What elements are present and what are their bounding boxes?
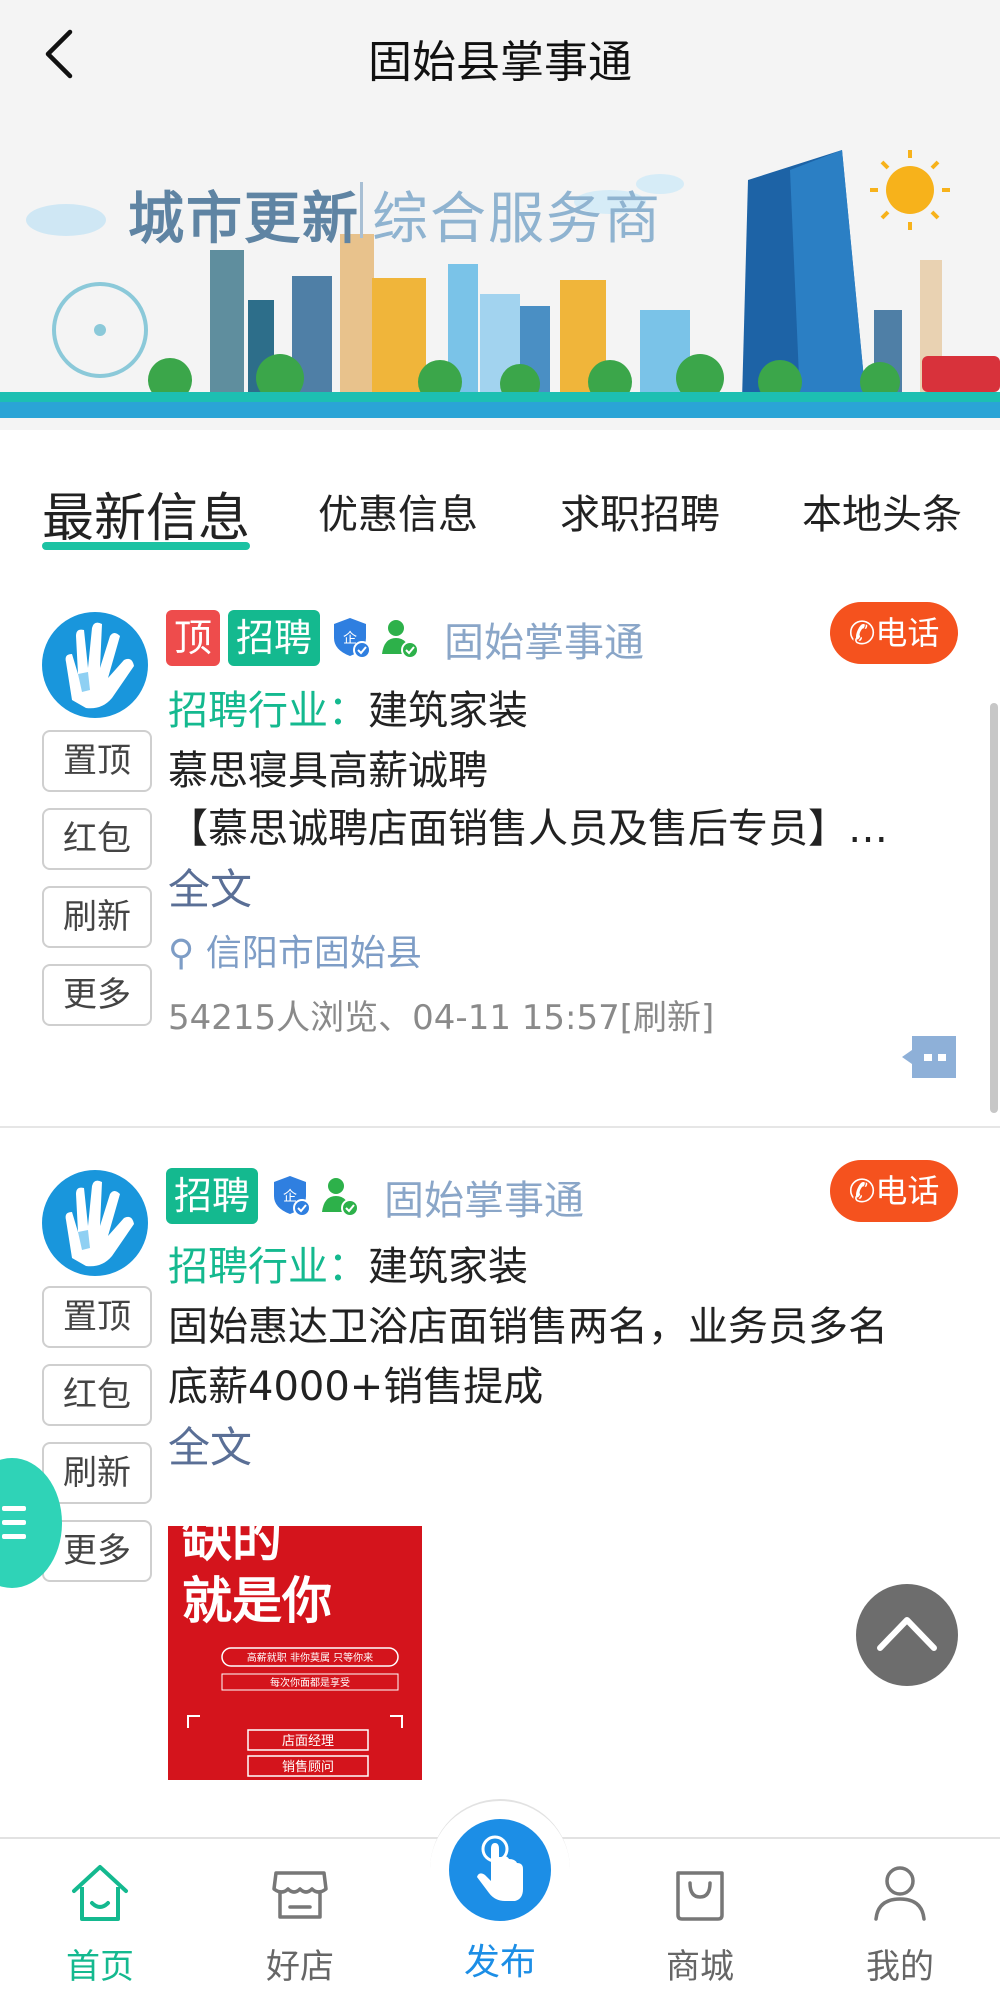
recruitment-poster-image: 缺的 就是你 高薪就职 非你莫属 只等你来 每次你面都是享受 店面经理 销售顾问 [168,1526,422,1780]
call-button[interactable]: ✆电话 [830,1160,958,1222]
post-card[interactable]: 置顶 红包 刷新 更多 顶 招聘 企 固始掌事通 ✆电话 招聘行业：建筑家装 慕… [0,570,1000,1126]
publish-button[interactable] [449,1819,551,1921]
nav-label-publish[interactable]: 发布 [400,1933,600,1985]
tab-discounts[interactable]: 优惠信息 [318,482,478,540]
nav-mall[interactable]: 商城 [600,1839,800,1997]
industry-line: 招聘行业：建筑家装 [168,678,528,736]
nav-label-mall: 商城 [666,1947,734,1987]
top-bar: 固始县掌事通 [0,0,1000,110]
nav-label-stores: 好店 [266,1947,334,1987]
more-button[interactable]: 更多 [42,964,152,1026]
poster-slogan: 高薪就职 非你莫属 只等你来 [247,1651,373,1664]
industry-key: 招聘行业： [168,688,368,734]
enterprise-verified-icon: 企 [274,1176,311,1217]
publisher-name[interactable]: 固始掌事通 [384,1168,584,1226]
tab-jobs[interactable]: 求职招聘 [560,482,720,540]
post-text-line: 固始惠达卫浴店面销售两名，业务员多名 [168,1304,888,1350]
pin-top-button[interactable]: 置顶 [42,1286,152,1348]
scroll-to-top-button[interactable] [856,1584,958,1686]
post-text-line: 【慕思诚聘店面销售人员及售后专员】… [168,806,888,852]
banner-divider [360,182,363,238]
bottom-nav: 首页 好店 发布 商城 我的 [0,1799,1000,1997]
active-tab-indicator [42,542,250,550]
refresh-button[interactable]: 刷新 [42,886,152,948]
industry-value: 建筑家装 [368,688,528,734]
banner-subtitle: 综合服务商 [372,187,662,252]
hand-logo-icon [65,1180,134,1267]
enterprise-verified-icon: 企 [334,618,371,659]
post-image[interactable]: 缺的 就是你 高薪就职 非你莫属 只等你来 每次你面都是享受 店面经理 销售顾问 [168,1526,422,1780]
hand-logo-icon [65,622,134,709]
recruit-badge: 招聘 [228,610,321,666]
recruit-badge: 招聘 [166,1168,259,1224]
nav-home[interactable]: 首页 [0,1839,200,1997]
store-icon [272,1871,328,1919]
location-text: 信阳市固始县 [205,933,422,974]
nav-profile[interactable]: 我的 [800,1839,1000,1997]
personal-verified-icon [382,620,419,659]
home-icon [72,1865,128,1921]
user-icon [874,1866,926,1921]
post-meta: 54215人浏览、04-11 15:57[刷新] [168,998,715,1038]
post-text-line: 慕思寝具高薪诚聘 [168,748,488,794]
top-badge: 顶 [166,610,221,666]
chevron-up-icon [877,1617,937,1651]
poster-position-2: 销售顾问 [282,1759,334,1775]
banner[interactable]: 城市更新 综合服务商 [0,110,1000,430]
menu-icon [2,1506,26,1539]
post-text-line: 底薪4000+销售提成 [168,1364,544,1410]
banner-title: 城市更新 [128,187,360,252]
map-pin-icon: ⚲ [168,933,195,974]
red-packet-button[interactable]: 红包 [42,1364,152,1426]
svg-text:企: 企 [283,1188,297,1205]
city-skyline-illustration [0,150,1000,418]
nav-stores[interactable]: 好店 [200,1839,400,1997]
comment-icon[interactable] [902,1034,958,1080]
call-button-label: 电话 [875,1172,940,1210]
page-title: 固始县掌事通 [368,37,632,88]
tab-latest[interactable]: 最新信息 [42,476,250,551]
phone-icon: ✆ [848,1172,876,1210]
personal-verified-icon [322,1178,359,1217]
industry-line: 招聘行业：建筑家装 [168,1234,528,1292]
poster-headline-2: 就是你 [182,1571,332,1630]
tab-local-news[interactable]: 本地头条 [802,482,962,540]
full-text-link[interactable]: 全文 [168,856,252,917]
poster-position-1: 店面经理 [282,1734,334,1749]
phone-icon: ✆ [848,614,876,652]
publisher-name[interactable]: 固始掌事通 [444,610,644,668]
call-button[interactable]: ✆电话 [830,602,958,664]
call-button-label: 电话 [875,614,940,652]
red-packet-button[interactable]: 红包 [42,808,152,870]
shopping-bag-icon [676,1871,724,1921]
svg-text:企: 企 [343,630,357,647]
floating-menu-button[interactable] [0,1458,62,1588]
tap-hand-icon [477,1835,523,1901]
poster-headline-1: 缺的 [182,1526,282,1568]
location[interactable]: ⚲ 信阳市固始县 [168,924,422,976]
industry-key: 招聘行业： [168,1244,368,1290]
avatar[interactable] [42,612,148,718]
post-card[interactable]: 置顶 红包 刷新 更多 招聘 企 固始掌事通 ✆电话 招聘行业：建筑家装 固始惠… [0,1128,1000,1837]
nav-label-profile: 我的 [866,1947,934,1987]
category-tabs: 最新信息 优惠信息 求职招聘 本地头条 [0,430,1000,570]
nav-label-home: 首页 [66,1947,134,1987]
industry-value: 建筑家装 [368,1244,528,1290]
avatar[interactable] [42,1170,148,1276]
scrollbar[interactable] [990,703,998,1113]
poster-perks: 每次你面都是享受 [270,1676,350,1689]
pin-top-button[interactable]: 置顶 [42,730,152,792]
full-text-link[interactable]: 全文 [168,1414,252,1475]
